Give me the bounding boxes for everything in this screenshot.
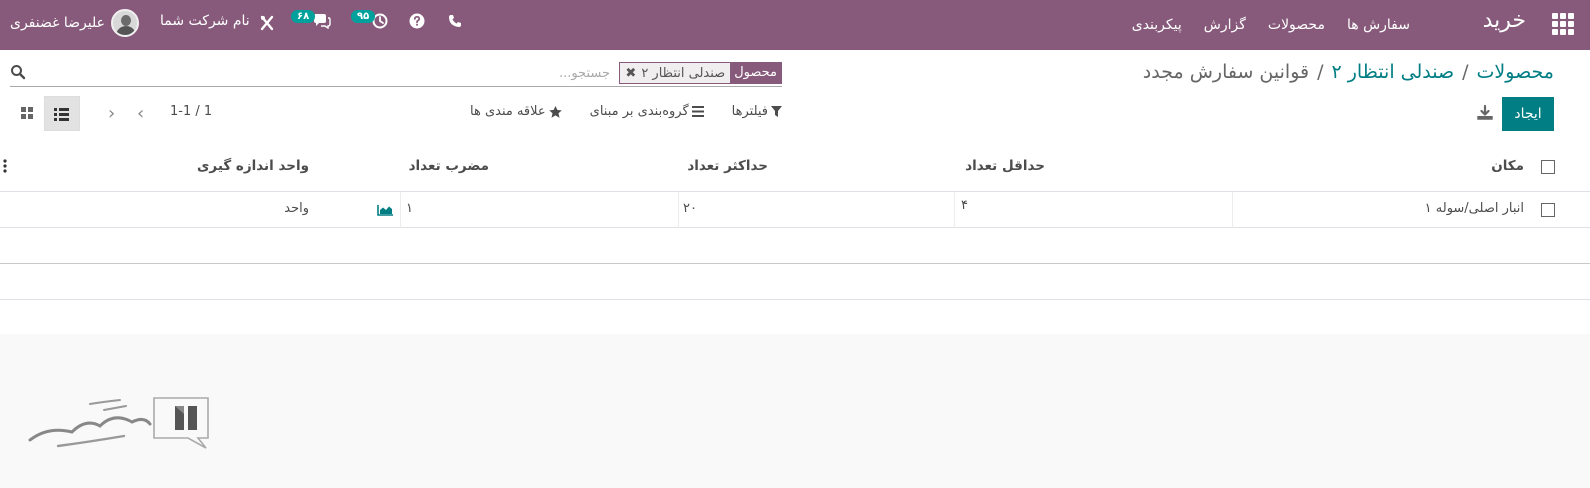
select-all-checkbox[interactable] — [1541, 160, 1555, 174]
row-checkbox[interactable] — [1541, 203, 1555, 217]
search-facet: محصول صندلی انتظار ۲ ✖ — [619, 62, 782, 84]
facet-value: صندلی انتظار ۲ ✖ — [620, 63, 731, 83]
company-switcher[interactable]: نام شرکت شما — [160, 13, 250, 29]
top-navbar: خرید سفارش ها محصولات گزارش پیکربندی علی… — [0, 0, 1590, 50]
pager-value[interactable]: 1-1 / 1 — [170, 104, 212, 119]
menu-item-reporting[interactable]: گزارش — [1204, 17, 1246, 33]
cell-divider — [678, 192, 679, 228]
kanban-view-button[interactable] — [10, 96, 44, 131]
search-options: فیلترها گروه‌بندی بر مبنای علاقه مندی ها — [470, 104, 783, 119]
phone-icon[interactable] — [448, 14, 462, 28]
favorites-dropdown[interactable]: علاقه مندی ها — [470, 104, 562, 119]
watermark-logo — [28, 397, 209, 449]
groupby-dropdown[interactable]: گروه‌بندی بر مبنای — [590, 104, 704, 119]
cell-divider — [954, 192, 955, 228]
list-view-button[interactable] — [44, 96, 80, 131]
column-min-qty[interactable]: حداقل تعداد — [965, 158, 1045, 174]
cell-uom: واحد — [284, 201, 309, 216]
search-icon[interactable] — [10, 64, 26, 80]
apps-menu-icon[interactable] — [1552, 13, 1574, 35]
avatar — [111, 9, 139, 37]
kanban-view-icon — [21, 107, 33, 119]
cell-max-qty: ۲۰ — [683, 201, 697, 216]
breadcrumb-product-record[interactable]: صندلی انتظار ۲ — [1332, 61, 1455, 83]
facet-label: محصول — [730, 63, 781, 83]
user-name: علیرضا غضنفری — [10, 15, 105, 31]
facet-value-text: صندلی انتظار ۲ — [641, 65, 726, 81]
list-view-icon — [54, 108, 69, 121]
empty-row — [0, 228, 1590, 264]
filters-dropdown[interactable]: فیلترها — [731, 104, 783, 119]
breadcrumb: محصولات / صندلی انتظار ۲ / قوانین سفارش … — [1143, 61, 1554, 83]
empty-row — [0, 300, 1590, 336]
reordering-rules-table: مکان حداقل تعداد حداکثر تعداد مضرب تعداد… — [0, 143, 1590, 336]
messages-icon[interactable] — [313, 13, 331, 29]
help-icon[interactable] — [409, 13, 425, 29]
messages-badge: ۶۸ — [291, 10, 316, 23]
search-input[interactable] — [50, 63, 610, 83]
empty-row — [0, 264, 1590, 300]
groupby-label: گروه‌بندی بر مبنای — [589, 104, 689, 119]
breadcrumb-separator: / — [1317, 61, 1324, 83]
menu-item-configuration[interactable]: پیکربندی — [1132, 17, 1182, 33]
app-name[interactable]: خرید — [1483, 8, 1526, 33]
table-row[interactable]: انبار اصلی/سوله ۱ ۴ ۲۰ ۱ واحد — [0, 192, 1590, 228]
user-menu[interactable]: علیرضا غضنفری — [10, 9, 139, 37]
favorites-label: علاقه مندی ها — [470, 104, 546, 119]
filter-icon — [771, 106, 783, 117]
remove-facet-icon[interactable]: ✖ — [625, 66, 636, 81]
table-header: مکان حداقل تعداد حداکثر تعداد مضرب تعداد… — [0, 143, 1590, 192]
download-icon[interactable] — [1476, 104, 1494, 122]
pager-previous-icon[interactable]: › — [137, 103, 144, 124]
column-multiple-qty[interactable]: مضرب تعداد — [409, 158, 489, 174]
create-button[interactable]: ایجاد — [1502, 97, 1554, 131]
systray: علیرضا غضنفری نام شرکت شما ۶۸ ۹۵ — [0, 0, 500, 50]
search-bar: محصول صندلی انتظار ۲ ✖ — [10, 60, 782, 87]
list-footer-area — [0, 334, 1590, 488]
cell-multiple-qty: ۱ — [406, 201, 413, 216]
cell-divider — [400, 192, 401, 228]
forecast-chart-icon[interactable] — [377, 204, 394, 216]
column-max-qty[interactable]: حداکثر تعداد — [687, 158, 768, 174]
breadcrumb-separator: / — [1462, 61, 1469, 83]
menu-item-orders[interactable]: سفارش ها — [1347, 17, 1410, 33]
cell-min-qty: ۴ — [961, 198, 968, 213]
menu-item-products[interactable]: محصولات — [1268, 17, 1325, 33]
breadcrumb-products[interactable]: محصولات — [1477, 61, 1554, 83]
activities-badge: ۹۵ — [351, 10, 376, 23]
filters-label: فیلترها — [731, 104, 769, 119]
cell-location: انبار اصلی/سوله ۱ — [1424, 201, 1524, 216]
page-title: قوانین سفارش مجدد — [1142, 61, 1310, 83]
column-location[interactable]: مکان — [1491, 158, 1524, 174]
group-by-icon — [691, 106, 704, 117]
main-menu: سفارش ها محصولات گزارش پیکربندی — [1132, 0, 1410, 50]
optional-columns-icon[interactable] — [3, 159, 7, 173]
cell-divider — [1232, 192, 1233, 228]
star-icon — [548, 105, 562, 118]
column-uom[interactable]: واحد اندازه گیری — [197, 158, 309, 174]
debug-tools-icon[interactable] — [260, 15, 274, 31]
pager-next-icon[interactable]: ‹ — [108, 103, 115, 124]
